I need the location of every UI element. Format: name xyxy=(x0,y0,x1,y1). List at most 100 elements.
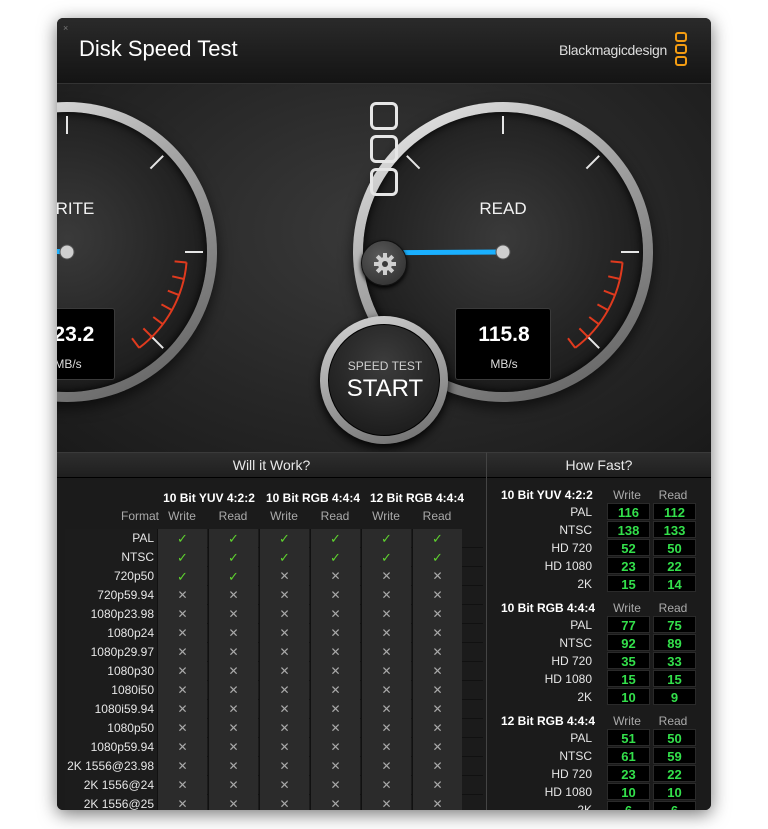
cross-icon: ✕ xyxy=(310,776,360,795)
table-row: HD 720 52 50 xyxy=(487,539,711,557)
table-row: HD 720 23 22 xyxy=(487,765,711,783)
cross-icon: ✕ xyxy=(310,662,360,681)
cross-icon: ✕ xyxy=(412,624,462,643)
read-fps-value: 33 xyxy=(653,652,696,669)
check-icon: ✓ xyxy=(412,529,462,548)
cross-icon: ✕ xyxy=(157,605,207,624)
table-row: PAL 77 75 xyxy=(487,616,711,634)
how-fast-title: How Fast? xyxy=(487,453,711,478)
read-fps-value: 22 xyxy=(653,557,696,574)
resolution-name: HD 1080 xyxy=(544,559,592,573)
write-header: Write xyxy=(613,601,641,615)
read-fps-value: 6 xyxy=(653,801,696,810)
table-row: 1080i50 ✕ ✕ ✕ ✕ ✕ ✕ xyxy=(65,681,483,700)
subheader-read: Read xyxy=(320,509,350,523)
redzone-tick xyxy=(596,303,609,312)
table-row: 1080p24 ✕ ✕ ✕ ✕ ✕ ✕ xyxy=(65,624,483,643)
read-header: Read xyxy=(658,601,688,615)
cross-icon: ✕ xyxy=(259,738,309,757)
cross-icon: ✕ xyxy=(259,700,309,719)
read-fps-value: 75 xyxy=(653,616,696,633)
brand-name: Blackmagicdesign xyxy=(558,42,667,58)
format-name: 2K 1556@25 xyxy=(65,795,157,810)
write-fps-value: 51 xyxy=(607,729,650,746)
group-header: 10 Bit YUV 4:2:2 xyxy=(163,491,255,505)
read-fps-value: 133 xyxy=(653,521,696,538)
settings-gear-button[interactable] xyxy=(361,240,407,286)
table-row: 1080p23.98 ✕ ✕ ✕ ✕ ✕ ✕ xyxy=(65,605,483,624)
write-header: Write xyxy=(613,714,641,728)
check-icon: ✓ xyxy=(157,567,207,586)
read-header: Read xyxy=(658,488,688,502)
redzone-tick xyxy=(610,260,623,264)
resolution-name: NTSC xyxy=(559,523,592,537)
cross-icon: ✕ xyxy=(412,776,462,795)
table-row: 720p59.94 ✕ ✕ ✕ ✕ ✕ ✕ xyxy=(65,586,483,605)
cross-icon: ✕ xyxy=(259,643,309,662)
group-header-row: 12 Bit RGB 4:4:4 Write Read xyxy=(487,711,711,729)
cross-icon: ✕ xyxy=(361,605,411,624)
table-row: 1080p50 ✕ ✕ ✕ ✕ ✕ ✕ xyxy=(65,719,483,738)
cross-icon: ✕ xyxy=(259,681,309,700)
group-header-row: 10 Bit YUV 4:2:2 Write Read xyxy=(487,485,711,503)
cross-icon: ✕ xyxy=(259,605,309,624)
cross-icon: ✕ xyxy=(361,567,411,586)
table-row: 2K 15 14 xyxy=(487,575,711,593)
cross-icon: ✕ xyxy=(259,586,309,605)
table-row: 2K 1556@25 ✕ ✕ ✕ ✕ ✕ ✕ xyxy=(65,795,483,810)
cross-icon: ✕ xyxy=(208,719,258,738)
table-row: 2K 1556@23.98 ✕ ✕ ✕ ✕ ✕ ✕ xyxy=(65,757,483,776)
cross-icon: ✕ xyxy=(208,681,258,700)
read-fps-value: 22 xyxy=(653,765,696,782)
resolution-name: NTSC xyxy=(559,636,592,650)
table-row: HD 1080 15 15 xyxy=(487,670,711,688)
gauge-tick xyxy=(149,155,164,170)
write-gauge: WRITE 123.2 MB/s xyxy=(57,102,217,402)
cross-icon: ✕ xyxy=(259,624,309,643)
write-fps-value: 15 xyxy=(607,575,650,592)
read-fps-value: 10 xyxy=(653,783,696,800)
disk-speed-test-window: × Disk Speed Test Blackmagicdesign WRITE… xyxy=(57,18,711,810)
resolution-name: 2K xyxy=(577,577,592,591)
cross-icon: ✕ xyxy=(361,681,411,700)
cross-icon: ✕ xyxy=(361,643,411,662)
write-gauge-label: WRITE xyxy=(57,199,95,218)
resolution-name: PAL xyxy=(570,505,592,519)
redzone-tick xyxy=(608,275,621,280)
redzone-tick xyxy=(588,316,600,326)
cross-icon: ✕ xyxy=(361,757,411,776)
read-fps-value: 50 xyxy=(653,539,696,556)
format-name: 1080i50 xyxy=(65,681,157,700)
write-fps-value: 10 xyxy=(607,688,650,705)
resolution-name: 2K xyxy=(577,690,592,704)
read-readout: 115.8 MB/s xyxy=(455,308,551,380)
format-name: 2K 1556@24 xyxy=(65,776,157,795)
table-row: 1080i59.94 ✕ ✕ ✕ ✕ ✕ ✕ xyxy=(65,700,483,719)
check-icon: ✓ xyxy=(361,529,411,548)
table-row: 2K 10 9 xyxy=(487,688,711,706)
format-name: 1080p24 xyxy=(65,624,157,643)
cross-icon: ✕ xyxy=(310,719,360,738)
write-fps-value: 15 xyxy=(607,670,650,687)
group-name: 10 Bit RGB 4:4:4 xyxy=(501,601,596,615)
cross-icon: ✕ xyxy=(208,586,258,605)
format-name: 1080p30 xyxy=(65,662,157,681)
write-fps-value: 61 xyxy=(607,747,650,764)
table-row: HD 1080 23 22 xyxy=(487,557,711,575)
cross-icon: ✕ xyxy=(208,700,258,719)
speed-test-start-button[interactable]: SPEED TEST START xyxy=(320,316,448,444)
cross-icon: ✕ xyxy=(208,624,258,643)
read-header: Read xyxy=(658,714,688,728)
subheader-write: Write xyxy=(168,509,196,523)
write-speed-unit: MB/s xyxy=(57,357,82,371)
cross-icon: ✕ xyxy=(157,643,207,662)
write-fps-value: 138 xyxy=(607,521,650,538)
cross-icon: ✕ xyxy=(259,776,309,795)
resolution-name: HD 1080 xyxy=(544,672,592,686)
start-button-caption: SPEED TEST xyxy=(347,359,423,373)
cross-icon: ✕ xyxy=(310,586,360,605)
check-icon: ✓ xyxy=(310,529,360,548)
resolution-name: HD 720 xyxy=(551,767,592,781)
cross-icon: ✕ xyxy=(361,624,411,643)
close-icon[interactable]: × xyxy=(63,24,72,33)
